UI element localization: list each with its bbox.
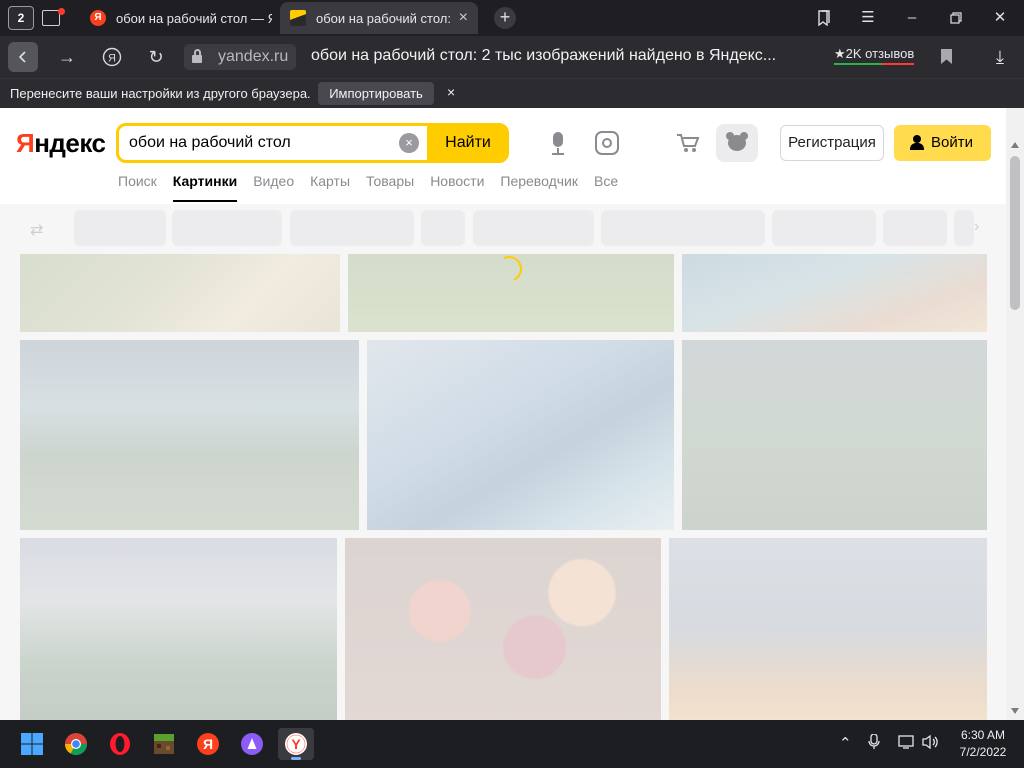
login-button[interactable]: Войти	[894, 125, 991, 161]
svg-text:Я: Я	[108, 53, 116, 65]
filter-chip[interactable]	[954, 210, 974, 246]
bear-collections-button[interactable]	[716, 124, 758, 162]
image-result[interactable]	[669, 538, 987, 720]
filter-chips-row: ⇄ ›	[0, 208, 1000, 248]
filter-chip[interactable]	[473, 210, 594, 246]
yandex-logo[interactable]: Яндекс	[16, 128, 106, 159]
service-video[interactable]: Видео	[253, 172, 294, 202]
filter-chip[interactable]	[74, 210, 166, 246]
tab-close-icon[interactable]: ×	[459, 9, 468, 27]
image-search-icon[interactable]	[595, 131, 619, 155]
image-result[interactable]	[20, 538, 337, 720]
filter-chip[interactable]	[601, 210, 765, 246]
chrome-icon[interactable]	[58, 728, 94, 760]
tab-yandex-images[interactable]: обои на рабочий стол: 2 тыс изображений …	[280, 2, 478, 34]
search-input[interactable]	[129, 126, 399, 160]
import-settings-infobar: Перенесите ваши настройки из другого бра…	[0, 78, 1024, 108]
tab-title: обои на рабочий стол: 2 тыс изображений	[316, 10, 453, 26]
microphone-icon[interactable]	[548, 132, 568, 156]
infobar-text: Перенесите ваши настройки из другого бра…	[10, 86, 311, 101]
yandex-browser-icon[interactable]: Y	[278, 728, 314, 760]
download-icon[interactable]: ⤓	[988, 45, 1012, 69]
windows-taskbar: Я Y ⌃ 6:30 AM 7/2/2022	[0, 720, 1024, 768]
search-box: × Найти	[116, 123, 509, 163]
tray-chevron-up-icon[interactable]: ⌃	[839, 734, 852, 752]
login-label: Войти	[931, 134, 973, 151]
restore-icon[interactable]	[934, 0, 978, 36]
new-tab-button[interactable]: +	[494, 7, 516, 29]
services-nav: Поиск Картинки Видео Карты Товары Новост…	[118, 172, 634, 202]
windows-start-icon[interactable]	[14, 728, 50, 760]
network-icon[interactable]	[898, 734, 916, 754]
filter-chip[interactable]	[290, 210, 414, 246]
scroll-up-icon[interactable]	[1011, 142, 1019, 148]
clock-time: 6:30 AM	[960, 728, 1006, 742]
scroll-thumb[interactable]	[1010, 156, 1020, 310]
system-clock[interactable]: 6:30 AM 7/2/2022	[948, 727, 1018, 761]
image-result[interactable]	[682, 340, 987, 530]
filter-chip[interactable]	[883, 210, 947, 246]
bookmarks-collection-icon[interactable]	[802, 0, 846, 36]
filter-chip[interactable]	[772, 210, 876, 246]
images-icon	[290, 10, 306, 26]
volume-icon[interactable]	[922, 734, 940, 754]
reload-button[interactable]: ↻	[141, 42, 171, 72]
page-content: Яндекс × Найти Регистрация Войти Поиск К…	[0, 108, 1024, 720]
service-images[interactable]: Картинки	[172, 172, 238, 202]
address-bar-row: → Я ↻ yandex.ru обои на рабочий стол: 2 …	[0, 36, 1024, 78]
back-button[interactable]	[8, 42, 38, 72]
scroll-down-icon[interactable]	[1011, 708, 1019, 714]
service-translate[interactable]: Переводчик	[500, 172, 578, 202]
browser-tab-bar: 2 Я обои на рабочий стол — Яндекс обои н…	[0, 0, 1024, 36]
url-domain[interactable]: yandex.ru	[210, 44, 297, 70]
yandex-home-button[interactable]: Я	[97, 42, 127, 72]
filter-chip[interactable]	[172, 210, 282, 246]
logo-rest: ндекс	[34, 128, 106, 158]
service-search[interactable]: Поиск	[118, 172, 157, 202]
yandex-icon[interactable]: Я	[190, 728, 226, 760]
image-result[interactable]	[20, 254, 340, 332]
service-all[interactable]: Все	[594, 172, 618, 202]
microphone-tray-icon[interactable]	[868, 733, 880, 754]
clock-date: 7/2/2022	[959, 745, 1007, 759]
menu-icon[interactable]: ☰	[846, 0, 890, 36]
active-app-indicator	[291, 757, 301, 760]
register-button[interactable]: Регистрация	[780, 125, 884, 161]
service-goods[interactable]: Товары	[366, 172, 414, 202]
image-result[interactable]	[682, 254, 987, 332]
minimize-icon[interactable]: –	[890, 0, 934, 36]
svg-text:Я: Я	[203, 736, 213, 752]
service-maps[interactable]: Карты	[310, 172, 350, 202]
bookmark-icon[interactable]	[941, 49, 952, 64]
service-news[interactable]: Новости	[430, 172, 484, 202]
svg-text:Y: Y	[291, 736, 301, 752]
image-result[interactable]	[20, 340, 359, 530]
tab-counter[interactable]: 2	[8, 6, 34, 30]
reviews-badge[interactable]: ★2K отзывов	[834, 46, 915, 67]
cart-icon[interactable]	[676, 132, 700, 154]
alice-icon[interactable]	[234, 728, 270, 760]
minecraft-icon[interactable]	[146, 728, 182, 760]
new-window-icon[interactable]	[40, 6, 66, 30]
opera-icon[interactable]	[102, 728, 138, 760]
page-scrollbar[interactable]	[1006, 108, 1024, 720]
forward-button[interactable]: →	[52, 42, 82, 72]
chevron-right-icon[interactable]: ›	[974, 218, 979, 236]
import-button[interactable]: Импортировать	[318, 82, 434, 105]
image-result[interactable]	[367, 340, 674, 530]
tab-yandex-search[interactable]: Я обои на рабочий стол — Яндекс	[80, 2, 272, 34]
search-button[interactable]: Найти	[427, 126, 506, 160]
address-page-title[interactable]: обои на рабочий стол: 2 тыс изображений …	[311, 47, 776, 65]
user-icon	[910, 135, 924, 150]
image-result[interactable]	[345, 538, 661, 720]
tab-title: обои на рабочий стол — Яндекс	[116, 10, 272, 26]
infobar-close-icon[interactable]: ×	[447, 84, 455, 100]
logo-first-letter: Я	[16, 128, 35, 158]
yandex-icon: Я	[90, 10, 106, 26]
filter-settings-icon[interactable]: ⇄	[30, 220, 43, 240]
close-window-icon[interactable]: ✕	[978, 0, 1022, 36]
site-security-icon[interactable]	[184, 44, 210, 70]
filter-chip[interactable]	[421, 210, 465, 246]
clear-search-icon[interactable]: ×	[399, 133, 419, 153]
